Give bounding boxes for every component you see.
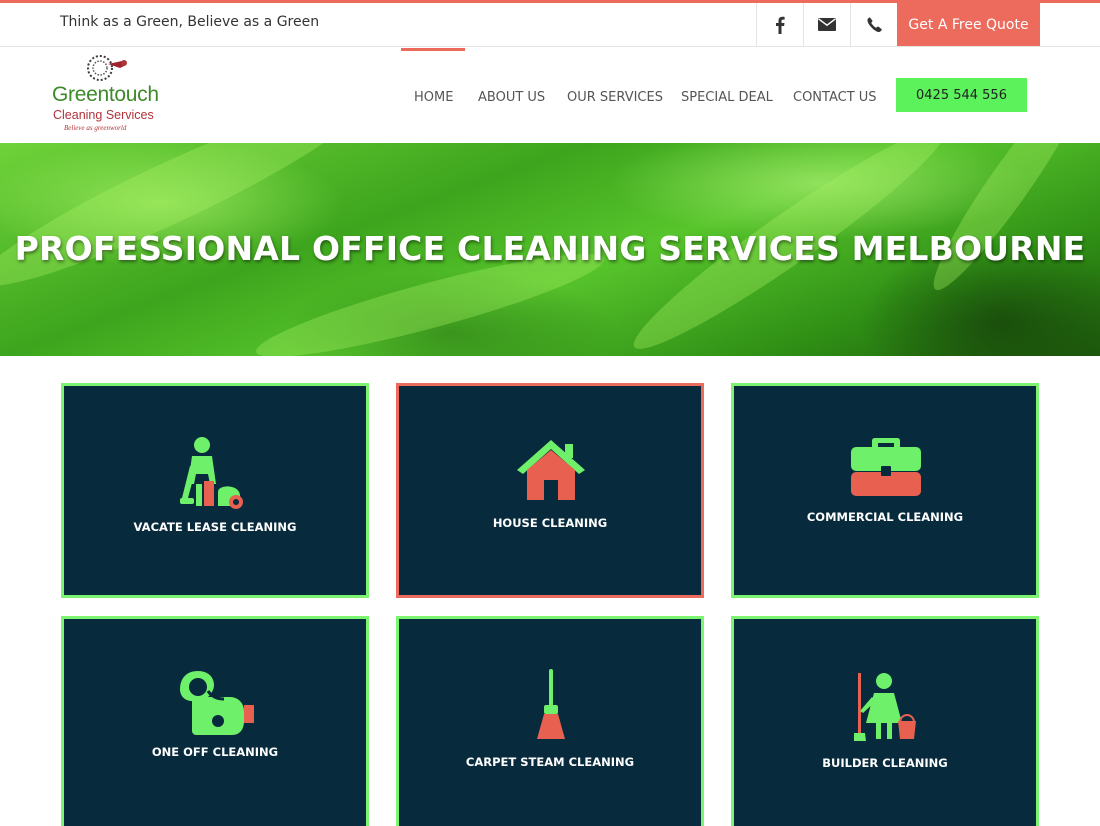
top-bar: Think as a Green, Believe as a Green Get… xyxy=(0,3,1100,47)
service-card-one-off[interactable]: ONE OFF CLEANING xyxy=(61,616,369,826)
service-card-commercial[interactable]: COMMERCIAL CLEANING xyxy=(731,383,1039,598)
get-free-quote-button[interactable]: Get A Free Quote xyxy=(897,3,1040,46)
envelope-icon xyxy=(818,18,836,31)
briefcase-icon xyxy=(851,438,921,496)
nav-about-us[interactable]: ABOUT US xyxy=(478,90,545,105)
service-card-label: ONE OFF CLEANING xyxy=(151,745,279,759)
logo[interactable]: Greentouch Cleaning Services Believe as … xyxy=(52,53,172,133)
logo-subtitle: Cleaning Services xyxy=(53,108,154,122)
service-card-label: VACATE LEASE CLEANING xyxy=(133,520,297,534)
facebook-link[interactable] xyxy=(756,3,803,46)
service-card-label: COMMERCIAL CLEANING xyxy=(806,510,964,524)
hero-leaf-decoration xyxy=(919,143,1100,301)
service-card-carpet-steam[interactable]: CARPET STEAM CLEANING xyxy=(396,616,704,826)
nav-our-services[interactable]: OUR SERVICES xyxy=(567,90,663,105)
phone-number-button[interactable]: 0425 544 556 xyxy=(896,78,1027,112)
broom-icon xyxy=(537,669,565,739)
hero-title: PROFESSIONAL OFFICE CLEANING SERVICES ME… xyxy=(14,229,1086,268)
vacuum-icon xyxy=(180,671,254,735)
nav-special-deal[interactable]: SPECIAL DEAL xyxy=(681,90,773,105)
tagline: Think as a Green, Believe as a Green xyxy=(60,14,320,30)
nav-contact-us[interactable]: CONTACT US xyxy=(793,90,877,105)
phone-icon xyxy=(866,17,882,32)
service-card-label: BUILDER CLEANING xyxy=(822,756,948,770)
person-vacuum-icon xyxy=(180,437,243,509)
service-card-label: CARPET STEAM CLEANING xyxy=(465,755,635,769)
service-card-vacate-lease[interactable]: VACATE LEASE CLEANING xyxy=(61,383,369,598)
logo-swirl-icon xyxy=(87,55,127,81)
phone-link[interactable] xyxy=(850,3,897,46)
nav-home[interactable]: HOME xyxy=(414,90,453,105)
logo-name: Greentouch xyxy=(52,83,159,106)
service-card-house[interactable]: HOUSE CLEANING xyxy=(396,383,704,598)
nav-active-indicator xyxy=(401,48,465,51)
house-icon xyxy=(517,440,585,500)
hero-leaf-decoration xyxy=(0,143,374,309)
email-link[interactable] xyxy=(803,3,850,46)
site-header: Greentouch Cleaning Services Believe as … xyxy=(0,48,1100,143)
hero-banner: PROFESSIONAL OFFICE CLEANING SERVICES ME… xyxy=(0,143,1100,356)
service-card-builder[interactable]: BUILDER CLEANING xyxy=(731,616,1039,826)
service-card-label: HOUSE CLEANING xyxy=(492,516,608,530)
facebook-icon xyxy=(776,16,785,34)
logo-slogan: Believe as greenworld xyxy=(64,124,127,132)
cleaner-mop-icon xyxy=(854,673,916,741)
